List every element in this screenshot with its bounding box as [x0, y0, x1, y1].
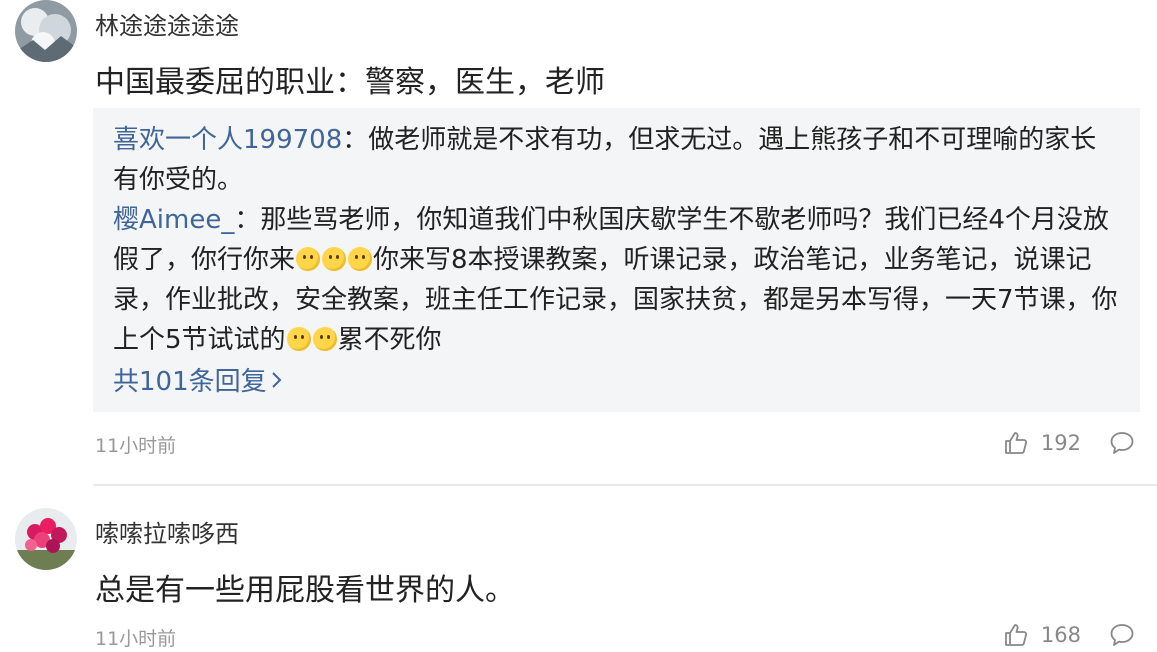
reply-separator: ：	[234, 205, 261, 235]
like-button[interactable]: 192	[1003, 430, 1081, 456]
reply-item: 喜欢一个人199708：做老师就是不求有功，但求无过。遇上熊孩子和不可理喻的家长…	[113, 120, 1120, 200]
comment-username[interactable]: 林途途途途途	[95, 6, 239, 41]
more-replies-link[interactable]: 共101条回复	[113, 362, 1120, 402]
comment-divider	[93, 484, 1157, 486]
chevron-right-icon	[271, 362, 283, 402]
avatar[interactable]	[15, 0, 77, 62]
avatar-image-icon	[15, 508, 77, 570]
avatar[interactable]	[15, 508, 77, 570]
comment-bubble-icon[interactable]	[1109, 622, 1135, 648]
comment-content: 总是有一些用屁股看世界的人。	[95, 573, 515, 608]
comment-username[interactable]: 嗦嗦拉嗦哆西	[95, 514, 239, 549]
more-replies-label: 共101条回复	[113, 367, 267, 397]
reply-text: 累不死你	[337, 325, 442, 355]
like-button[interactable]: 168	[1003, 622, 1081, 648]
comment-time: 11小时前	[95, 628, 177, 650]
comment-actions: 192	[1003, 428, 1135, 458]
comment-bubble-icon[interactable]	[1109, 430, 1135, 456]
reply-username[interactable]: 喜欢一个人199708	[113, 125, 342, 155]
comment-actions: 168	[1003, 620, 1135, 650]
smile-emoji-icon	[296, 247, 321, 271]
comment-time: 11小时前	[95, 435, 177, 457]
smile-emoji-icon	[286, 327, 311, 351]
comment-content: 中国最委屈的职业：警察，医生，老师	[95, 65, 605, 100]
reply-username[interactable]: 樱Aimee_	[113, 205, 234, 235]
thumbs-up-icon	[1005, 432, 1027, 454]
avatar-image-icon	[15, 0, 77, 62]
smile-emoji-icon	[312, 327, 337, 351]
reply-preview-box[interactable]: 喜欢一个人199708：做老师就是不求有功，但求无过。遇上熊孩子和不可理喻的家长…	[93, 108, 1140, 412]
thumbs-up-icon	[1005, 624, 1027, 646]
like-count: 168	[1040, 623, 1081, 647]
like-count: 192	[1040, 431, 1081, 455]
reply-separator: ：	[342, 125, 369, 155]
reply-item: 樱Aimee_：那些骂老师，你知道我们中秋国庆歇学生不歇老师吗？我们已经4个月没…	[113, 200, 1120, 360]
smile-emoji-icon	[348, 247, 373, 271]
smile-emoji-icon	[322, 247, 347, 271]
